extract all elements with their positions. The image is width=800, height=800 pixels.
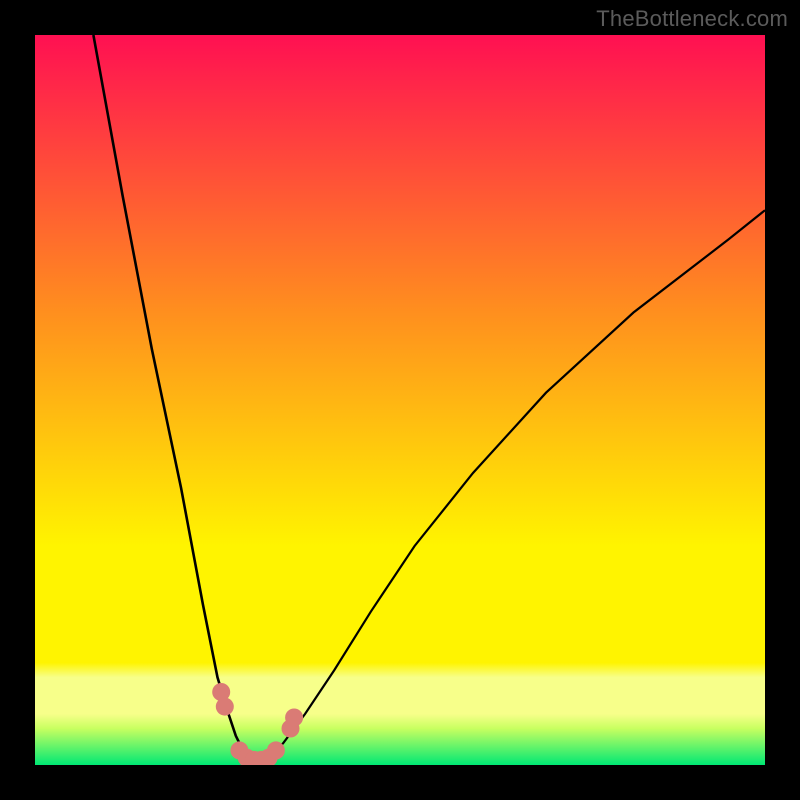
curve-left <box>93 35 257 761</box>
curves-layer <box>35 35 765 765</box>
curve-right <box>258 210 765 761</box>
plot-area <box>35 35 765 765</box>
marker-dot <box>267 741 285 759</box>
marker-dot <box>216 698 234 716</box>
chart-frame: TheBottleneck.com <box>0 0 800 800</box>
marker-dot <box>285 709 303 727</box>
highlight-markers <box>212 683 303 765</box>
watermark-text: TheBottleneck.com <box>596 6 788 32</box>
